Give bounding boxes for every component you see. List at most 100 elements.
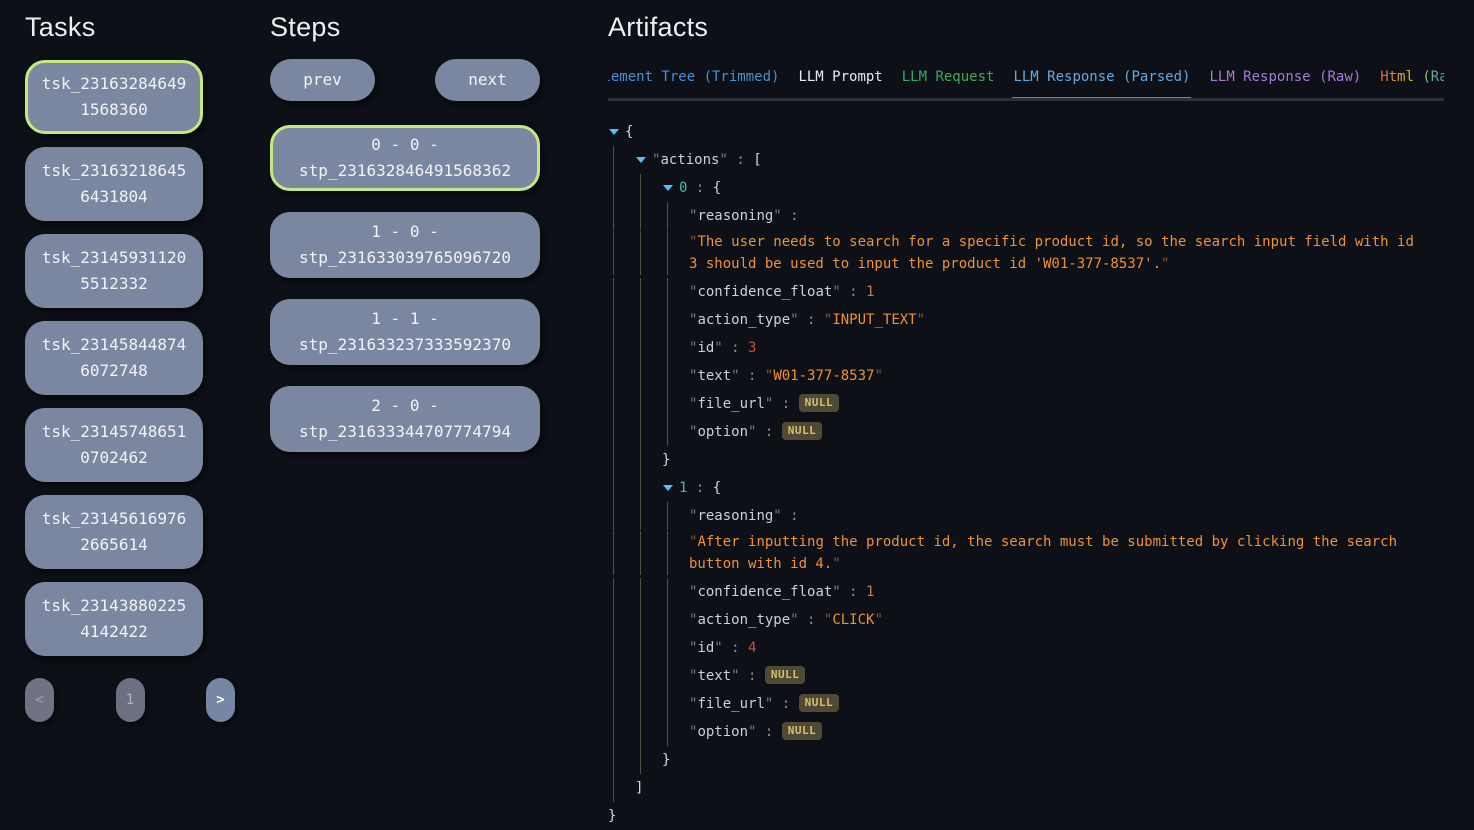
task-button[interactable]: tsk_231632186456431804: [25, 147, 203, 221]
tab-html-raw[interactable]: Html (Raw): [1380, 69, 1444, 98]
tab-llm-prompt[interactable]: LLM Prompt: [798, 69, 882, 98]
json-token-colon: :: [841, 584, 866, 600]
indent-guide: [608, 502, 635, 530]
json-token-colon: :: [740, 668, 765, 684]
json-token-colon: :: [773, 696, 798, 712]
json-line: "option" : NULL: [608, 418, 1444, 446]
artifact-tabs: Element Tree (Trimmed) LLM Prompt LLM Requ…: [608, 69, 1444, 101]
tasks-title: Tasks: [25, 12, 203, 43]
step-list: 0 - 0 - stp_231632846491568362 1 - 0 - st…: [270, 125, 540, 452]
tasks-next-page-button[interactable]: >: [206, 678, 235, 722]
json-line: "action_type" : "INPUT_TEXT": [608, 306, 1444, 334]
json-token-key: "reasoning": [689, 208, 782, 224]
json-line-content: "text" : "W01-377-8537": [689, 362, 883, 390]
step-button[interactable]: 0 - 0 - stp_231632846491568362: [270, 125, 540, 191]
indent-guide: [608, 174, 635, 202]
json-line: ]: [608, 774, 1444, 802]
indent-guide: [635, 390, 662, 418]
json-line-content: {: [625, 118, 633, 146]
json-token-colon: :: [782, 208, 807, 224]
json-token-null: NULL: [782, 422, 823, 440]
json-line: "id" : 3: [608, 334, 1444, 362]
indent-guide: [635, 634, 662, 662]
tab-llm-response-raw[interactable]: LLM Response (Raw): [1209, 69, 1361, 98]
json-line: "text" : "W01-377-8537": [608, 362, 1444, 390]
steps-next-button[interactable]: next: [435, 59, 540, 101]
json-token-punct: ]: [635, 780, 643, 796]
json-line: }: [608, 446, 1444, 474]
step-button[interactable]: 1 - 1 - stp_231633237333592370: [270, 299, 540, 365]
json-viewer: {"actions" : [0 : {"reasoning" : "The us…: [608, 118, 1444, 830]
task-button[interactable]: tsk_231438802254142422: [25, 582, 203, 656]
json-line-content: "option" : NULL: [689, 718, 822, 746]
indent-guide: [608, 446, 635, 474]
collapse-arrow-icon[interactable]: [608, 118, 625, 146]
task-button[interactable]: tsk_231458448746072748: [25, 321, 203, 395]
task-button[interactable]: tsk_231459311205512332: [25, 234, 203, 308]
indent-guide: [662, 334, 689, 362]
tab-llm-response-parsed[interactable]: LLM Response (Parsed): [1013, 69, 1190, 98]
json-line: "option" : NULL: [608, 718, 1444, 746]
json-token-float: 1: [866, 284, 874, 300]
json-token-float: 1: [866, 584, 874, 600]
indent-guide: [635, 578, 662, 606]
json-line: "id" : 4: [608, 634, 1444, 662]
tab-element-tree-trimmed[interactable]: Element Tree (Trimmed): [608, 69, 779, 98]
json-token-key: "option": [689, 424, 756, 440]
indent-guide: [635, 418, 662, 446]
json-line: "reasoning" :: [608, 202, 1444, 230]
indent-guide: [662, 278, 689, 306]
json-line: "action_type" : "CLICK": [608, 606, 1444, 634]
tasks-prev-page-button[interactable]: <: [25, 678, 54, 722]
json-line-content: "action_type" : "INPUT_TEXT": [689, 306, 925, 334]
steps-prev-button[interactable]: prev: [270, 59, 375, 101]
json-token-punct: }: [608, 808, 616, 824]
json-token-key: "text": [689, 668, 740, 684]
json-line-content: "id" : 4: [689, 634, 756, 662]
json-token-key: "id": [689, 340, 723, 356]
tasks-page-number-button[interactable]: 1: [116, 678, 145, 722]
task-button[interactable]: tsk_231456169762665614: [25, 495, 203, 569]
collapse-arrow-icon[interactable]: [662, 174, 679, 202]
json-token-string: "CLICK": [824, 612, 883, 628]
json-token-colon: :: [841, 284, 866, 300]
task-button[interactable]: tsk_231457486510702462: [25, 408, 203, 482]
json-line-content: }: [608, 802, 616, 830]
tab-llm-request[interactable]: LLM Request: [902, 69, 995, 98]
json-line: "actions" : [: [608, 146, 1444, 174]
steps-title: Steps: [270, 12, 540, 43]
json-token-null: NULL: [799, 394, 840, 412]
step-button[interactable]: 2 - 0 - stp_231633344707774794: [270, 386, 540, 452]
task-list: tsk_231632846491568360 tsk_23163218645643…: [25, 60, 203, 656]
collapse-arrow-icon[interactable]: [635, 146, 652, 174]
json-line-content: 0 : {: [679, 174, 721, 202]
indent-guide: [635, 606, 662, 634]
json-line: 1 : {: [608, 474, 1444, 502]
json-token-key: "file_url": [689, 696, 773, 712]
json-token-colon: :: [740, 368, 765, 384]
task-button[interactable]: tsk_231632846491568360: [25, 60, 203, 134]
json-token-colon: :: [782, 508, 807, 524]
indent-guide: [662, 418, 689, 446]
indent-guide: [662, 390, 689, 418]
json-token-int: 3: [748, 340, 756, 356]
json-line-content: "actions" : [: [652, 146, 762, 174]
json-line-content: "After inputting the product id, the sea…: [689, 531, 1419, 575]
step-button[interactable]: 1 - 0 - stp_231633039765096720: [270, 212, 540, 278]
indent-guide: [635, 334, 662, 362]
json-token-punct: {: [713, 180, 721, 196]
json-token-colon: :: [756, 424, 781, 440]
indent-guide: [662, 231, 689, 275]
indent-guide: [608, 690, 635, 718]
indent-guide: [608, 662, 635, 690]
indent-guide: [635, 662, 662, 690]
json-line: "confidence_float" : 1: [608, 278, 1444, 306]
indent-guide: [635, 231, 662, 275]
json-token-key: "id": [689, 640, 723, 656]
steps-panel: Steps prev next 0 - 0 - stp_231632846491…: [270, 0, 540, 800]
json-line: 0 : {: [608, 174, 1444, 202]
json-token-colon: :: [728, 152, 753, 168]
json-token-key: "reasoning": [689, 508, 782, 524]
collapse-arrow-icon[interactable]: [662, 474, 679, 502]
json-token-colon: :: [773, 396, 798, 412]
